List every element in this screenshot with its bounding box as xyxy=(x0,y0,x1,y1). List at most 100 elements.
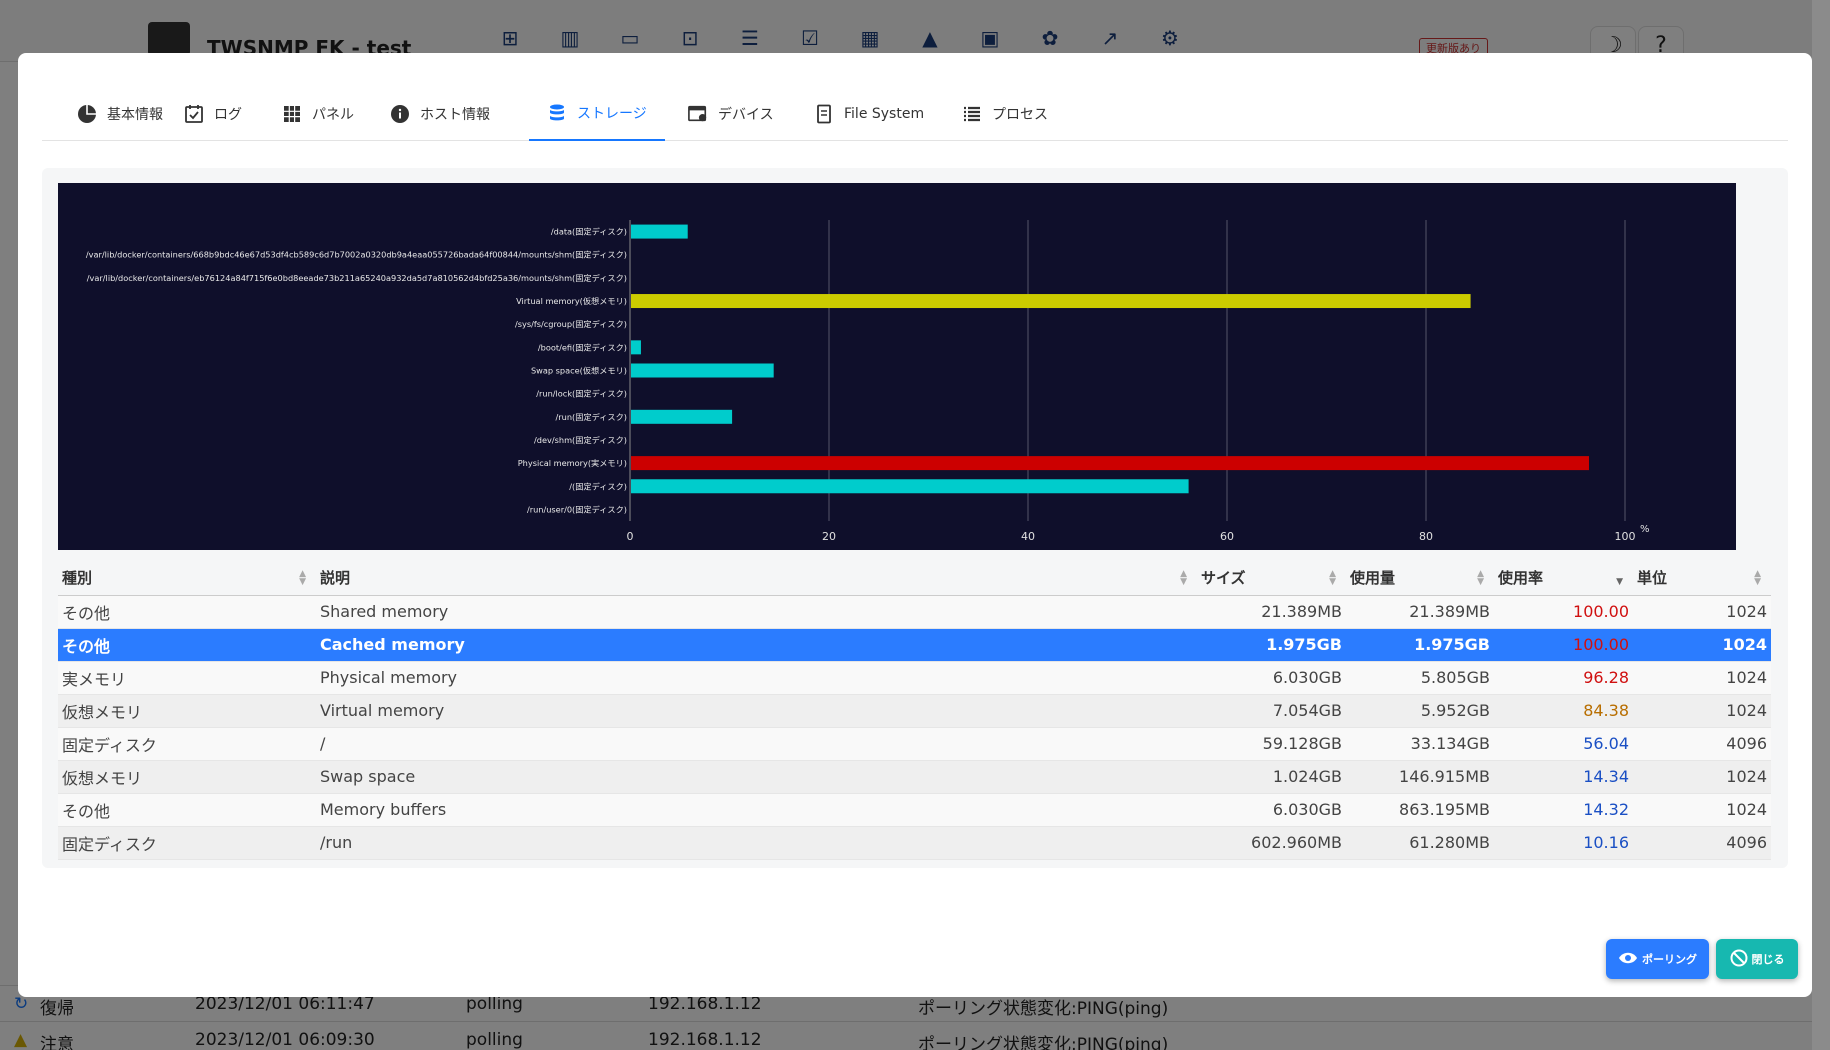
tab-label: パネル xyxy=(312,107,354,123)
device-icon xyxy=(688,104,708,124)
cell-desc: Virtual memory xyxy=(316,694,1197,728)
cell-unit: 1024 xyxy=(1633,793,1771,827)
bar[interactable] xyxy=(631,340,641,355)
y-category-label: /sys/fs/cgroup(固定ディスク) xyxy=(515,319,627,329)
table-row[interactable]: 固定ディスク/run 602.960MB 61.280MB 10.16 4096 xyxy=(58,826,1771,860)
sort-icon[interactable]: ▲ ▼ xyxy=(1180,570,1187,587)
polling-button[interactable]: ポーリング xyxy=(1606,939,1709,979)
cancel-icon xyxy=(1730,949,1748,970)
tab-label: ログ xyxy=(214,107,242,123)
cell-type: 実メモリ xyxy=(58,661,316,695)
column-header-type[interactable]: 種別 ▲ ▼ xyxy=(58,561,316,596)
bar[interactable] xyxy=(631,409,733,424)
page-scrollbar[interactable] xyxy=(1812,0,1830,1050)
tab-label: ホスト情報 xyxy=(420,107,490,123)
y-category-label: /(固定ディスク) xyxy=(569,481,627,491)
table-row[interactable]: 仮想メモリ Swap space 1.024GB 146.915MB 14.34 1024 xyxy=(58,760,1771,794)
cell-rate: 96.28 xyxy=(1494,661,1633,695)
tab-file-system[interactable]: File System xyxy=(814,87,924,141)
storage-usage-chart: 0 20 40 60 80 100% /data(固定ディスク) /var/lib/docke… xyxy=(58,183,1736,550)
cell-used: 5.952GB xyxy=(1346,694,1494,728)
table-row[interactable]: 実メモリ Physical memory 6.030GB 5.805GB 96.28 10… xyxy=(58,661,1771,695)
close-button-label: 閉じる xyxy=(1751,953,1785,966)
table-row[interactable]: 仮想メモリ Virtual memory 7.054GB 5.952GB 84.38 10… xyxy=(58,694,1771,728)
x-tick-label: 100 xyxy=(1615,530,1636,543)
tab-label: デバイス xyxy=(718,107,774,123)
table-row[interactable]: その他 Memory buffers 6.030GB 863.195MB 14.32 10… xyxy=(58,793,1771,827)
bar[interactable] xyxy=(631,224,688,239)
cell-type: 仮想メモリ xyxy=(58,760,316,794)
cell-type: 仮想メモリ xyxy=(58,694,316,728)
polling-button-label: ポーリング xyxy=(1642,953,1697,966)
column-header-size[interactable]: サイズ ▲ ▼ xyxy=(1197,561,1346,596)
cell-type: 固定ディスク xyxy=(58,826,316,860)
sort-icon[interactable]: ▲ ▼ xyxy=(1754,570,1761,587)
y-category-label: /run/lock(固定ディスク) xyxy=(536,389,627,399)
column-header-rate[interactable]: 使用率 ▼ xyxy=(1494,561,1633,596)
table-row[interactable]: 固定ディスク/59.128GB 33.134GB 56.04 4096 xyxy=(58,727,1771,761)
header-label: 種別 xyxy=(62,569,93,588)
info-icon xyxy=(390,104,410,124)
tab-storage[interactable]: ストレージ xyxy=(529,87,665,141)
header-label: 説明 xyxy=(320,569,351,588)
x-unit-label: % xyxy=(1640,524,1650,535)
y-category-label: /run(固定ディスク) xyxy=(556,412,627,422)
table-row[interactable]: その他 Shared memory 21.389MB 21.389MB 100.00 10… xyxy=(58,595,1771,629)
bar[interactable] xyxy=(631,363,774,378)
cell-desc: Memory buffers xyxy=(316,793,1197,827)
cell-size: 7.054GB xyxy=(1197,694,1346,728)
grid-icon xyxy=(282,104,302,124)
sort-icon[interactable]: ▲ ▼ xyxy=(299,570,306,587)
cell-size: 1.975GB xyxy=(1197,628,1346,662)
bar[interactable] xyxy=(631,479,1189,494)
cell-used: 21.389MB xyxy=(1346,595,1494,629)
tab-host-info[interactable]: ホスト情報 xyxy=(390,87,490,141)
cell-unit: 1024 xyxy=(1633,595,1771,629)
cell-type: その他 xyxy=(58,793,316,827)
y-category-label: /boot/efi(固定ディスク) xyxy=(538,342,627,352)
column-header-desc[interactable]: 説明 ▲ ▼ xyxy=(316,561,1197,596)
table-row[interactable]: その他 Cached memory 1.975GB 1.975GB 100.00 1024 xyxy=(58,628,1771,662)
cell-used: 61.280MB xyxy=(1346,826,1494,860)
sort-icon[interactable]: ▲ ▼ xyxy=(1477,570,1484,587)
cell-size: 59.128GB xyxy=(1197,727,1346,761)
sort-desc-icon[interactable]: ▼ xyxy=(1616,570,1623,587)
chart-svg: 0 20 40 60 80 100% /data(固定ディスク) /var/lib/docke… xyxy=(86,220,1650,543)
column-header-used[interactable]: 使用量 ▲ ▼ xyxy=(1346,561,1494,596)
tab-device[interactable]: デバイス xyxy=(688,87,774,141)
tab-basic-info[interactable]: 基本情報 xyxy=(77,87,163,141)
cell-rate: 56.04 xyxy=(1494,727,1633,761)
tab-process[interactable]: プロセス xyxy=(962,87,1048,141)
list-icon xyxy=(962,104,982,124)
cell-size: 1.024GB xyxy=(1197,760,1346,794)
close-button[interactable]: 閉じる xyxy=(1716,939,1798,979)
y-category-label: /var/lib/docker/containers/668b9bdc46e67… xyxy=(86,250,627,260)
column-header-unit[interactable]: 単位 ▲ ▼ xyxy=(1633,561,1771,596)
bar[interactable] xyxy=(631,294,1471,309)
header-label: サイズ xyxy=(1201,569,1246,588)
cell-desc: Physical memory xyxy=(316,661,1197,695)
tab-panel[interactable]: パネル xyxy=(282,87,354,141)
tab-bar: 基本情報 ログ パネル ホスト情報 ストレージ デバイス File System xyxy=(42,87,1788,141)
x-tick-label: 20 xyxy=(822,530,836,543)
file-icon xyxy=(814,104,834,124)
cell-type: その他 xyxy=(58,595,316,629)
cell-size: 602.960MB xyxy=(1197,826,1346,860)
y-category-label: Physical memory(実メモリ) xyxy=(518,458,627,468)
header-label: 使用量 xyxy=(1350,569,1396,588)
cell-desc: /run xyxy=(316,826,1197,860)
tab-log[interactable]: ログ xyxy=(184,87,242,141)
header-label: 使用率 xyxy=(1498,569,1544,588)
cell-desc: Cached memory xyxy=(316,628,1197,662)
cell-unit: 1024 xyxy=(1633,661,1771,695)
cell-used: 5.805GB xyxy=(1346,661,1494,695)
sort-icon[interactable]: ▲ ▼ xyxy=(1329,570,1336,587)
cell-unit: 1024 xyxy=(1633,760,1771,794)
tab-label: 基本情報 xyxy=(107,107,163,123)
table-header-row: 種別 ▲ ▼ 説明 ▲ ▼ サイズ ▲ ▼ 使用量 ▲ ▼ 使用率 ▼ 単位 ▲ ▼ xyxy=(58,561,1771,596)
cell-size: 6.030GB xyxy=(1197,793,1346,827)
cell-type: その他 xyxy=(58,628,316,662)
database-icon xyxy=(547,103,567,123)
bar[interactable] xyxy=(631,456,1589,471)
cell-unit: 4096 xyxy=(1633,727,1771,761)
